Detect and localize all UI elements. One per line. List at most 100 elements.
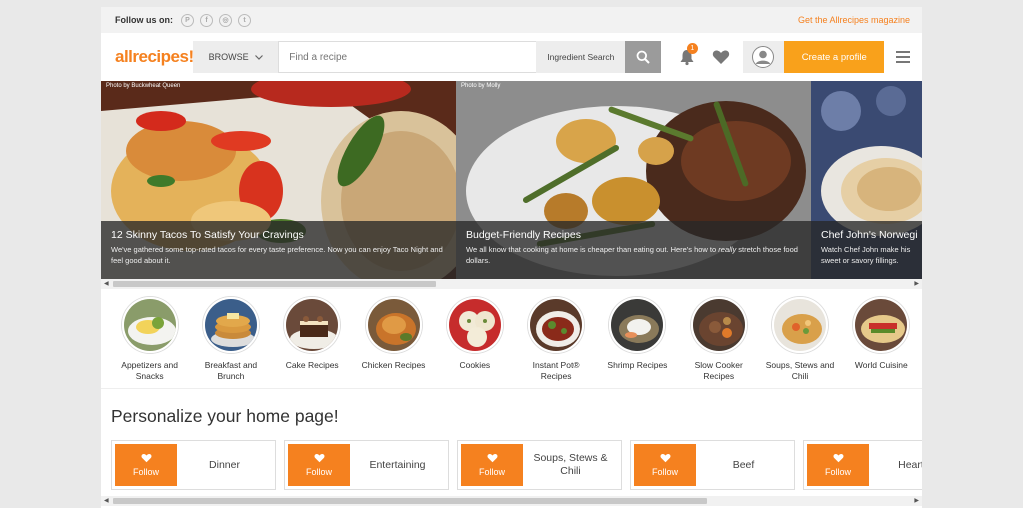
carousel-scrollbar[interactable]: ◀ ▶ <box>101 279 922 289</box>
scrollbar-thumb[interactable] <box>113 498 707 504</box>
personalize-title: Personalize your home page! <box>111 406 339 426</box>
category-label: Breakfast and Brunch <box>204 360 258 381</box>
category-image <box>202 297 259 353</box>
topic-name: Beef <box>732 458 755 471</box>
topic-name: Heart-H <box>898 458 922 471</box>
category-list: Appetizers and Snacks Breakfast and Brun… <box>101 297 922 389</box>
topic-name: Dinner <box>209 458 240 471</box>
heart-icon <box>487 454 497 463</box>
slide-title[interactable]: Budget-Friendly Recipes <box>466 229 801 241</box>
follow-label: Follow <box>132 467 159 477</box>
notifications-button[interactable]: 1 <box>669 41 705 73</box>
create-profile-button[interactable]: Create a profile <box>784 41 885 73</box>
scroll-right-icon[interactable]: ▶ <box>914 279 919 289</box>
follow-button[interactable]: Follow <box>115 444 177 486</box>
ingredient-search-button[interactable]: Ingredient Search <box>536 41 626 73</box>
category-slow-cooker[interactable]: Slow Cooker Recipes <box>678 297 759 388</box>
follow-button[interactable]: Follow <box>634 444 696 486</box>
favorites-button[interactable] <box>705 41 737 73</box>
personalize-card: Follow Soups, Stews & Chili <box>457 440 622 490</box>
instagram-icon[interactable]: ◎ <box>219 13 232 27</box>
pinterest-icon[interactable]: P <box>181 13 194 27</box>
personalize-card: Follow Beef <box>630 440 795 490</box>
category-image <box>284 297 341 353</box>
category-label: Shrimp Recipes <box>607 360 668 370</box>
browse-button[interactable]: BROWSE <box>193 41 279 73</box>
scrollbar-thumb[interactable] <box>113 281 436 287</box>
scroll-left-icon[interactable]: ◀ <box>104 496 109 506</box>
slide-caption: Budget-Friendly Recipes We all know that… <box>456 221 811 279</box>
follow-label: Follow <box>824 467 851 477</box>
user-icon <box>752 46 775 68</box>
personalize-card: Follow Entertaining <box>284 440 449 490</box>
follow-button[interactable]: Follow <box>461 444 523 486</box>
photo-credit: Photo by Molly <box>461 83 501 89</box>
avatar[interactable] <box>742 41 785 73</box>
heart-icon <box>141 454 151 463</box>
category-image <box>690 297 747 353</box>
category-breakfast[interactable]: Breakfast and Brunch <box>190 297 271 388</box>
category-image <box>528 297 585 353</box>
search-input[interactable] <box>278 41 537 73</box>
follow-us-label: Follow us on: <box>115 15 173 25</box>
follow-label: Follow <box>651 467 678 477</box>
hero-carousel: Photo by Buckwheat Queen 12 Skinny Tacos… <box>101 81 922 279</box>
slide-title[interactable]: 12 Skinny Tacos To Satisfy Your Cravings <box>111 229 446 241</box>
logo-text: allrecipes <box>115 47 189 66</box>
page: Follow us on: P f ◎ t Get the Allrecipes… <box>101 7 922 508</box>
category-image <box>772 297 829 353</box>
carousel-slide[interactable]: Photo by Buckwheat Queen 12 Skinny Tacos… <box>101 81 456 279</box>
category-cake[interactable]: Cake Recipes <box>272 297 353 388</box>
hamburger-menu-icon[interactable] <box>884 41 922 73</box>
scroll-right-icon[interactable]: ▶ <box>914 496 919 506</box>
slide-description: Watch Chef John make his sweet or savory… <box>821 245 911 265</box>
heart-icon <box>660 454 670 463</box>
magazine-link[interactable]: Get the Allrecipes magazine <box>798 15 910 25</box>
twitter-icon[interactable]: t <box>238 13 251 27</box>
facebook-icon[interactable]: f <box>200 13 213 27</box>
description-emphasis: really <box>718 245 737 254</box>
top-bar: Follow us on: P f ◎ t Get the Allrecipes… <box>101 7 922 33</box>
header: allrecipes! BROWSE Ingredient Search 1 C… <box>101 33 922 81</box>
slide-title[interactable]: Chef John's Norwegi <box>821 229 918 241</box>
category-image <box>853 297 910 353</box>
search-button[interactable] <box>625 41 662 73</box>
category-label: Soups, Stews and Chili <box>765 360 835 381</box>
category-instant-pot[interactable]: Instant Pot® Recipes <box>515 297 596 388</box>
category-image <box>121 297 178 353</box>
personalize-card: Follow Heart-H <box>803 440 922 490</box>
topic-name: Entertaining <box>369 458 426 471</box>
category-label: Chicken Recipes <box>361 360 426 370</box>
category-label: Instant Pot® Recipes <box>532 360 580 381</box>
notification-badge: 1 <box>686 43 698 54</box>
social-links: P f ◎ t <box>181 13 251 27</box>
category-cookies[interactable]: Cookies <box>434 297 515 388</box>
carousel-slide[interactable]: Photo by Molly Budget-Friendly Recipes W… <box>456 81 811 279</box>
scroll-left-icon[interactable]: ◀ <box>104 279 109 289</box>
heart-icon <box>833 454 843 463</box>
slide-caption: Chef John's Norwegi Watch Chef John make… <box>811 221 922 279</box>
personalize-card: Follow Dinner <box>111 440 276 490</box>
category-label: Cake Recipes <box>285 360 339 370</box>
photo-credit: Photo by Buckwheat Queen <box>106 83 181 89</box>
logo[interactable]: allrecipes! <box>101 47 194 67</box>
category-label: Cookies <box>459 360 491 370</box>
category-label: World Cuisine <box>854 360 908 370</box>
heart-icon <box>712 50 729 64</box>
category-appetizers[interactable]: Appetizers and Snacks <box>109 297 190 388</box>
carousel-slide[interactable]: Chef John's Norwegi Watch Chef John make… <box>811 81 922 279</box>
category-world-cuisine[interactable]: World Cuisine <box>841 297 922 388</box>
personalize-scrollbar[interactable]: ◀ ▶ <box>101 496 922 506</box>
category-soups[interactable]: Soups, Stews and Chili <box>759 297 840 388</box>
category-label: Appetizers and Snacks <box>121 360 178 381</box>
heart-icon <box>314 454 324 463</box>
follow-button[interactable]: Follow <box>288 444 350 486</box>
follow-label: Follow <box>478 467 505 477</box>
category-image <box>609 297 666 353</box>
topic-name: Soups, Stews & Chili <box>533 452 608 477</box>
follow-button[interactable]: Follow <box>807 444 869 486</box>
category-image <box>365 297 422 353</box>
personalize-cards: Follow Dinner Follow Entertaining Follow… <box>111 440 922 490</box>
category-shrimp[interactable]: Shrimp Recipes <box>597 297 678 388</box>
category-chicken[interactable]: Chicken Recipes <box>353 297 434 388</box>
